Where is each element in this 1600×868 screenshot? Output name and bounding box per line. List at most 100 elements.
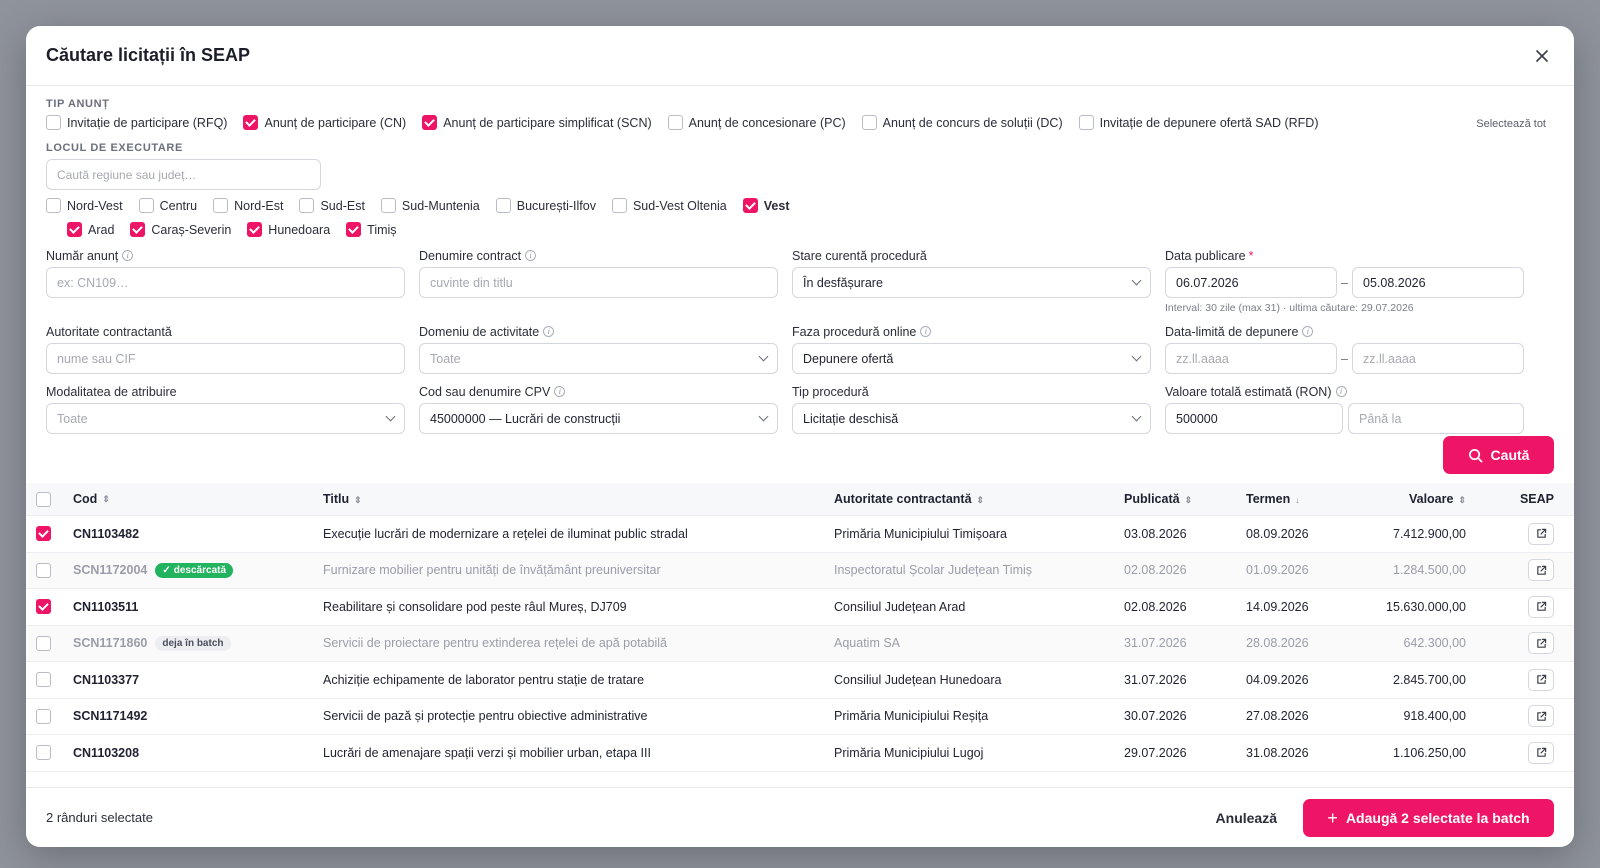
col-valoare[interactable]: Valoare ⇕ (1336, 492, 1466, 506)
region-sud-est-label: Sud-Est (320, 198, 365, 213)
row-checkbox[interactable] (36, 599, 51, 615)
row-checkbox[interactable] (36, 708, 51, 724)
data-publicare-from[interactable]: 06.07.2026 (1165, 267, 1337, 298)
table-row[interactable]: CN1103208 Lucrări de amenajare spații ve… (26, 735, 1574, 772)
numar-anunt-label: Număr anunț (46, 248, 119, 263)
table-row[interactable]: CN1103511 Reabilitare și consolidare pod… (26, 589, 1574, 626)
tip-anunt-de-concurs-de-solutii-dc-checkbox[interactable]: Anunț de concurs de soluții (DC) (861, 115, 1063, 130)
info-icon[interactable]: i (554, 386, 566, 397)
open-in-seap-button[interactable] (1528, 559, 1554, 582)
chevron-down-icon (758, 411, 769, 422)
domeniu-select[interactable]: Toate (419, 343, 778, 374)
info-icon[interactable]: i (543, 326, 555, 337)
external-link-icon (1536, 602, 1546, 612)
county-caras-severin-checkbox[interactable]: Caraș-Severin (130, 222, 231, 237)
county-arad-checkbox[interactable]: Arad (67, 222, 114, 237)
open-in-seap-button[interactable] (1528, 705, 1554, 728)
open-in-seap-button[interactable] (1528, 522, 1554, 545)
region-vest-checkbox[interactable]: Vest (742, 198, 789, 213)
cpv-select[interactable]: 45000000 — Lucrări de construcții (419, 403, 778, 434)
table-row[interactable]: SCN1172004 ✓ descărcată Furnizare mobilier… (26, 552, 1574, 589)
tip-invitatie-de-participare-rfq-checkbox[interactable]: Invitație de participare (RFQ) (46, 115, 227, 130)
row-checkbox[interactable] (36, 745, 51, 761)
open-in-seap-button[interactable] (1528, 668, 1554, 691)
col-autoritate[interactable]: Autoritate contractantă ⇕ (834, 492, 1124, 506)
row-code: CN1103208 (73, 745, 140, 760)
row-published: 31.07.2026 (1124, 672, 1187, 687)
numar-anunt-field: Număr anunț i (46, 247, 405, 314)
stare-select[interactable]: În desfășurare (792, 267, 1151, 298)
table-row[interactable]: SCN1171860 deja în batch Servicii de proi… (26, 625, 1574, 662)
open-in-seap-button[interactable] (1528, 632, 1554, 655)
numar-anunt-input[interactable] (46, 267, 405, 298)
row-code: SCN1171860 (73, 636, 148, 651)
data-limita-to[interactable] (1352, 343, 1524, 374)
county-hunedoara-checkbox[interactable]: Hunedoara (247, 222, 330, 237)
region-bucuresti-ilfov-checkbox[interactable]: București-Ilfov (495, 198, 596, 213)
modalitate-label: Modalitatea de atribuire (46, 384, 177, 399)
row-published: 31.07.2026 (1124, 636, 1187, 651)
info-icon[interactable]: i (1302, 326, 1314, 337)
data-limita-from[interactable] (1165, 343, 1337, 374)
required-marker: * (1248, 248, 1254, 263)
region-sud-muntenia-checkbox[interactable]: Sud-Muntenia (380, 198, 480, 213)
valoare-from[interactable]: 500000 (1165, 403, 1343, 434)
data-publicare-to[interactable]: 05.08.2026 (1352, 267, 1524, 298)
tip-procedura-value: Licitație deschisă (803, 411, 899, 426)
row-code: CN1103377 (73, 672, 140, 687)
search-button[interactable]: Caută (1443, 436, 1554, 474)
col-seap: SEAP (1519, 492, 1554, 506)
results-table: Cod ⇕ Titlu ⇕ Autoritate contractantă ⇕ Pub… (26, 483, 1574, 772)
table-row[interactable]: CN1103482 Execuție lucrări de modernizar… (26, 516, 1574, 553)
region-centru-checkbox[interactable]: Centru (138, 198, 197, 213)
sort-icon: ⇕ (354, 495, 362, 505)
col-cod[interactable]: Cod ⇕ (73, 492, 323, 506)
autoritate-field: Autoritate contractantă (46, 323, 405, 374)
valoare-to[interactable] (1348, 403, 1524, 434)
region-search-input[interactable] (46, 159, 321, 190)
external-link-icon (1536, 529, 1546, 539)
col-titlu[interactable]: Titlu ⇕ (323, 492, 834, 506)
tip-anunt-de-participare-cn-checkbox[interactable]: Anunț de participare (CN) (243, 115, 406, 130)
region-sud-vest-oltenia-checkbox[interactable]: Sud-Vest Oltenia (611, 198, 727, 213)
open-in-seap-button[interactable] (1528, 741, 1554, 764)
row-checkbox[interactable] (36, 562, 51, 578)
unchecked-icon (1078, 115, 1094, 130)
row-deadline: 01.09.2026 (1246, 563, 1309, 578)
region-nord-est-checkbox[interactable]: Nord-Est (213, 198, 283, 213)
col-publicata[interactable]: Publicată ⇕ (1124, 492, 1246, 506)
denumire-contract-label: Denumire contract (419, 248, 522, 263)
close-button[interactable] (1530, 44, 1554, 68)
row-checkbox[interactable] (36, 635, 51, 651)
info-icon[interactable]: i (920, 326, 932, 337)
open-in-seap-button[interactable] (1528, 595, 1554, 618)
tip-anunt-de-concesionare-pc-checkbox[interactable]: Anunț de concesionare (PC) (667, 115, 846, 130)
autoritate-input[interactable] (46, 343, 405, 374)
col-termen[interactable]: Termen ↓ (1246, 492, 1336, 506)
region-nord-vest-checkbox[interactable]: Nord-Vest (46, 198, 123, 213)
tip-procedura-select[interactable]: Licitație deschisă (792, 403, 1151, 434)
select-all-checkbox[interactable] (36, 491, 51, 507)
info-icon[interactable]: i (1335, 386, 1347, 397)
table-row[interactable]: SCN1171492 Servicii de pază și protecție… (26, 699, 1574, 735)
add-to-batch-button[interactable]: + Adaugă 2 selectate la batch (1303, 798, 1554, 837)
row-checkbox[interactable] (36, 672, 51, 688)
info-icon[interactable]: i (525, 250, 537, 261)
unchecked-icon (611, 198, 627, 213)
tip-invitatie-de-depunere-oferta-sad-rfd-checkbox[interactable]: Invitație de depunere ofertă SAD (RFD) (1078, 115, 1318, 130)
info-icon[interactable]: i (122, 250, 134, 261)
table-row[interactable]: CN1103377 Achiziție echipamente de labor… (26, 662, 1574, 699)
search-button-label: Caută (1490, 447, 1530, 463)
region-sud-est-checkbox[interactable]: Sud-Est (299, 198, 365, 213)
cancel-button[interactable]: Anulează (1216, 810, 1277, 826)
select-all-link[interactable]: Selectează tot (1476, 118, 1546, 130)
county-timis-checkbox[interactable]: Timiș (346, 222, 397, 237)
faza-select[interactable]: Depunere ofertă (792, 343, 1151, 374)
tip-anunt-de-participare-simplificat-scn-checkbox[interactable]: Anunț de participare simplificat (SCN) (422, 115, 652, 130)
row-checkbox[interactable] (36, 526, 51, 542)
denumire-contract-input[interactable] (419, 267, 778, 298)
tip-anunt-de-participare-simplificat-scn-label: Anunț de participare simplificat (SCN) (443, 115, 652, 130)
row-deadline: 28.08.2026 (1246, 636, 1309, 651)
cpv-value: 45000000 — Lucrări de construcții (430, 411, 621, 426)
modalitate-select[interactable]: Toate (46, 403, 405, 434)
